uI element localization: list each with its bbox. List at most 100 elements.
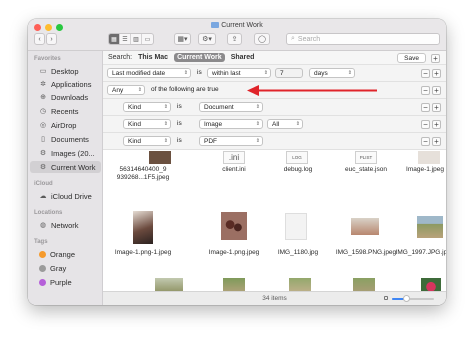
add-criteria-button[interactable]: + bbox=[432, 69, 441, 78]
criteria-unit-popup[interactable]: days ⇕ bbox=[309, 68, 355, 78]
criteria-row: Any ⇕ of the following are true − + bbox=[103, 82, 446, 99]
add-criteria-button[interactable]: + bbox=[432, 103, 441, 112]
criteria-attribute-popup[interactable]: Last modified date ⇕ bbox=[107, 68, 191, 78]
add-criteria-button[interactable]: + bbox=[431, 54, 440, 63]
scope-shared[interactable]: Shared bbox=[231, 54, 255, 61]
file-name[interactable]: Image-1.png.jpeg bbox=[199, 249, 269, 257]
log-file-icon[interactable]: LOG bbox=[286, 151, 308, 164]
file-name[interactable]: Image-1.png-1.jpeg bbox=[105, 249, 181, 257]
image-thumbnail[interactable] bbox=[221, 212, 247, 240]
file-name[interactable]: IMG_1997.JPG.jpeg bbox=[395, 249, 446, 257]
scope-this-mac[interactable]: This Mac bbox=[138, 54, 168, 61]
image-thumbnail[interactable] bbox=[289, 278, 311, 291]
image-thumbnail[interactable] bbox=[133, 211, 153, 244]
search-placeholder: Search bbox=[297, 35, 321, 43]
image-thumbnail[interactable] bbox=[285, 213, 307, 240]
sidebar-item-desktop[interactable]: ▭ Desktop bbox=[30, 65, 101, 77]
tag-button[interactable]: ◯ bbox=[254, 33, 270, 45]
view-mode-control[interactable]: ▦ ☰ ▥ ▭ bbox=[108, 33, 154, 45]
criteria-attribute-popup[interactable]: Kind ⇕ bbox=[123, 102, 171, 112]
criteria-subtype-popup[interactable]: All ⇕ bbox=[267, 119, 303, 129]
remove-criteria-button[interactable]: − bbox=[421, 69, 430, 78]
group-button[interactable]: ▦▾ bbox=[174, 33, 191, 45]
icon-size-slider-knob[interactable] bbox=[403, 295, 411, 302]
file-name[interactable]: 56314640400_9 939268...1F5.jpeg bbox=[105, 166, 181, 182]
share-button[interactable]: ⇪ bbox=[227, 33, 242, 45]
remove-criteria-button[interactable]: − bbox=[421, 137, 430, 146]
search-input[interactable]: ⌕ Search bbox=[286, 33, 440, 45]
sidebar-item-applications[interactable]: ✲ Applications bbox=[30, 78, 101, 90]
criteria-operator: is bbox=[177, 137, 182, 144]
item-count: 34 items bbox=[262, 295, 287, 302]
remove-criteria-button[interactable]: − bbox=[421, 86, 430, 95]
chevron-updown-icon: ⇕ bbox=[255, 138, 260, 144]
sidebar-item-label: Network bbox=[51, 220, 79, 230]
file-name[interactable]: IMG_1180.jpg bbox=[265, 249, 331, 257]
image-thumbnail[interactable] bbox=[421, 278, 441, 291]
image-thumbnail[interactable] bbox=[417, 216, 443, 238]
file-name[interactable]: IMG_1598.PNG.jpeg bbox=[327, 249, 405, 257]
add-criteria-button[interactable]: + bbox=[432, 137, 441, 146]
sidebar-item-images[interactable]: ⚙ Images (20... bbox=[30, 147, 101, 159]
cloud-icon: ☁ bbox=[39, 193, 47, 200]
criteria-condition-popup[interactable]: Document ⇕ bbox=[199, 102, 263, 112]
icon-size-slider[interactable] bbox=[392, 295, 434, 302]
image-thumbnail[interactable] bbox=[223, 278, 245, 291]
file-thumbnail[interactable] bbox=[149, 151, 171, 164]
chevron-updown-icon: ⇕ bbox=[183, 70, 188, 76]
file-thumbnail[interactable] bbox=[418, 151, 440, 164]
group-icon: ▦▾ bbox=[177, 36, 188, 43]
sidebar-item-network[interactable]: ◍ Network bbox=[30, 219, 101, 231]
criteria-condition-popup[interactable]: within last ⇕ bbox=[207, 68, 271, 78]
criteria-condition-popup[interactable]: Image ⇕ bbox=[199, 119, 263, 129]
popup-value: days bbox=[314, 69, 328, 77]
criteria-condition-popup[interactable]: PDF ⇕ bbox=[199, 136, 263, 146]
list-view-icon[interactable]: ☰ bbox=[120, 34, 131, 44]
icon-view-icon[interactable]: ▦ bbox=[109, 34, 120, 44]
file-name[interactable]: euc_state.json bbox=[329, 166, 403, 174]
back-button[interactable]: ‹ bbox=[34, 33, 45, 45]
sidebar-item-label: Desktop bbox=[51, 66, 79, 76]
plist-file-icon[interactable]: PLIST bbox=[355, 151, 377, 164]
add-criteria-button[interactable]: + bbox=[432, 86, 441, 95]
save-search-button[interactable]: Save bbox=[397, 53, 426, 63]
file-name[interactable]: client.ini bbox=[201, 166, 267, 174]
small-icon-size-icon bbox=[384, 296, 388, 300]
sidebar-item-airdrop[interactable]: ◎ AirDrop bbox=[30, 119, 101, 131]
popup-value: All bbox=[272, 120, 280, 128]
sidebar-item-current-work[interactable]: ⚙ Current Work bbox=[30, 161, 101, 173]
file-name[interactable]: Image-1.jpeg bbox=[395, 166, 446, 174]
sidebar-item-icloud-drive[interactable]: ☁ iCloud Drive bbox=[30, 190, 101, 202]
back-chevron-icon: ‹ bbox=[38, 35, 41, 43]
sidebar-item-recents[interactable]: ◷ Recents bbox=[30, 105, 101, 117]
sidebar-item-tag-purple[interactable]: Purple bbox=[30, 276, 101, 288]
image-thumbnail[interactable] bbox=[155, 278, 183, 291]
criteria-attribute-popup[interactable]: Kind ⇕ bbox=[123, 136, 171, 146]
criteria-attribute-popup[interactable]: Kind ⇕ bbox=[123, 119, 171, 129]
remove-criteria-button[interactable]: − bbox=[421, 103, 430, 112]
gear-icon: ⚙ bbox=[39, 164, 47, 171]
criteria-number-field[interactable]: 7 bbox=[275, 68, 303, 78]
save-label: Save bbox=[404, 54, 419, 62]
documents-icon: ▯ bbox=[41, 136, 45, 143]
sidebar-item-downloads[interactable]: ⊕ Downloads bbox=[30, 91, 101, 103]
sidebar-item-documents[interactable]: ▯ Documents bbox=[30, 133, 101, 145]
forward-button[interactable]: › bbox=[46, 33, 57, 45]
sidebar-item-tag-orange[interactable]: Orange bbox=[30, 248, 101, 260]
gear-icon: ⚙ bbox=[39, 150, 47, 157]
sidebar-header-icloud: iCloud bbox=[34, 181, 53, 187]
action-button[interactable]: ⚙▾ bbox=[198, 33, 216, 45]
popup-value: Document bbox=[204, 103, 234, 111]
gallery-view-icon[interactable]: ▭ bbox=[142, 34, 153, 44]
remove-criteria-button[interactable]: − bbox=[421, 120, 430, 129]
sidebar-header-tags: Tags bbox=[34, 239, 48, 245]
file-name[interactable]: debug.log bbox=[265, 166, 331, 174]
criteria-any-popup[interactable]: Any ⇕ bbox=[107, 85, 145, 95]
add-criteria-button[interactable]: + bbox=[432, 120, 441, 129]
image-thumbnail[interactable] bbox=[353, 278, 375, 291]
sidebar-item-tag-gray[interactable]: Gray bbox=[30, 262, 101, 274]
column-view-icon[interactable]: ▥ bbox=[131, 34, 142, 44]
ini-file-icon[interactable]: .ini bbox=[223, 151, 245, 164]
image-thumbnail[interactable] bbox=[351, 218, 379, 235]
scope-current-work[interactable]: Current Work bbox=[174, 53, 225, 62]
